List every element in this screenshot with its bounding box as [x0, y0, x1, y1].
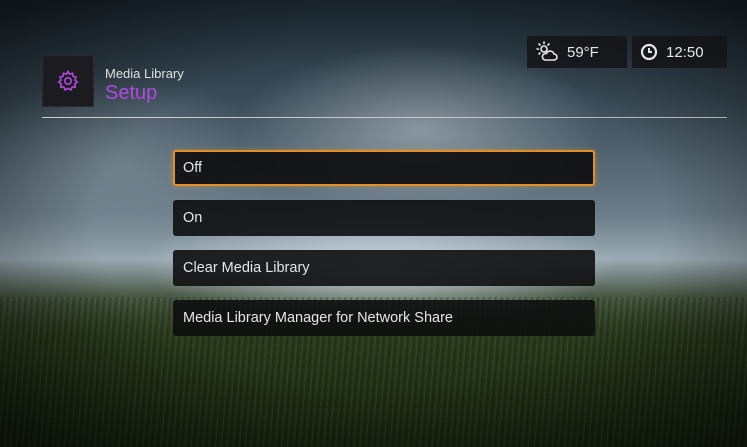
app-title: Media Library: [105, 66, 184, 81]
menu-item-clear-media-library[interactable]: Clear Media Library: [173, 250, 595, 286]
weather-widget: 59°F: [527, 36, 627, 68]
clock-icon: [640, 43, 658, 61]
menu-item-label: Off: [183, 160, 203, 176]
temperature-text: 59°F: [567, 43, 599, 61]
menu-item-off[interactable]: Off: [173, 150, 595, 186]
clock-widget: 12:50: [632, 36, 727, 68]
header-divider: [42, 117, 727, 118]
partly-cloudy-icon: [536, 41, 558, 61]
menu-item-network-share-manager[interactable]: Media Library Manager for Network Share: [173, 300, 595, 336]
settings-icon-tile: [42, 55, 94, 107]
menu-item-on[interactable]: On: [173, 200, 595, 236]
page-title: Setup: [105, 82, 158, 104]
menu-item-label: Media Library Manager for Network Share: [183, 310, 453, 326]
menu-item-label: On: [183, 210, 203, 226]
setup-menu: Off On Clear Media Library Media Library…: [173, 150, 595, 350]
gear-icon: [57, 69, 79, 92]
menu-item-label: Clear Media Library: [183, 260, 310, 276]
time-text: 12:50: [666, 43, 704, 61]
